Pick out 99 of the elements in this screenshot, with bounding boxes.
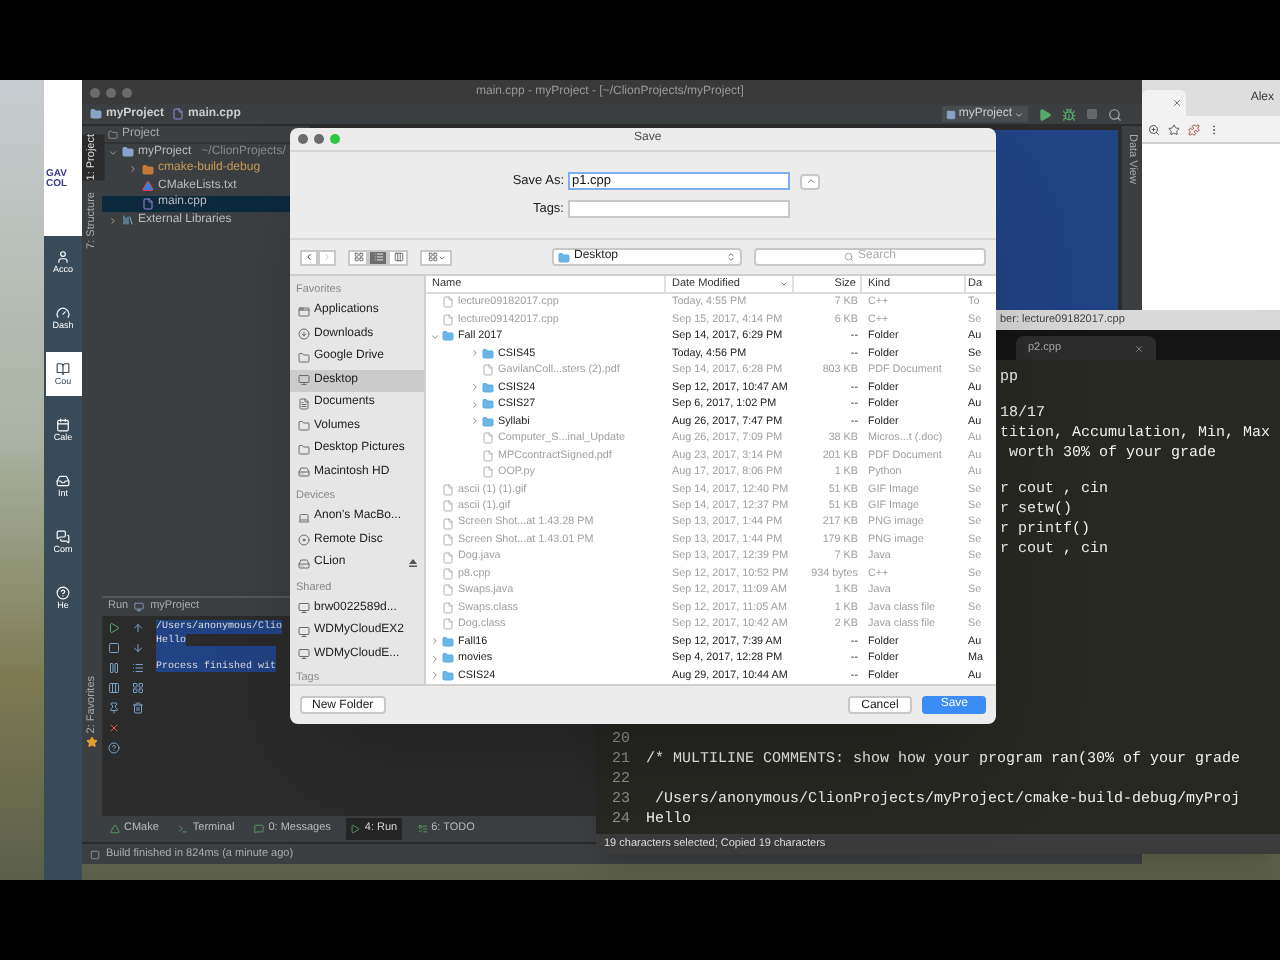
tags-field[interactable]: [568, 199, 790, 218]
tab-icon: [110, 824, 120, 834]
back-button[interactable]: [300, 249, 318, 265]
nav-icon: [56, 529, 70, 544]
close-window-button[interactable]: [90, 87, 100, 97]
arrange-button[interactable]: [420, 249, 452, 265]
file-icon: [442, 534, 454, 547]
nav-icon: [56, 473, 70, 488]
file-icon: [442, 483, 454, 496]
file-icon: [482, 364, 494, 377]
folder-icon: [482, 381, 494, 394]
configuration-icon: [946, 109, 957, 119]
extension-icon[interactable]: [1188, 123, 1200, 135]
file-icon: [482, 432, 494, 445]
file-icon: [442, 584, 454, 597]
view-mode-icon: [393, 252, 403, 262]
folder-icon: [442, 669, 454, 682]
eject-icon[interactable]: [408, 558, 418, 569]
run-toolbar-icon[interactable]: [132, 622, 144, 634]
file-icon: [482, 449, 494, 462]
file-icon: [442, 296, 454, 309]
folder-icon: [482, 415, 494, 428]
tab-icon: [417, 824, 428, 834]
folder-icon: [558, 251, 570, 263]
library-icon: [122, 214, 134, 227]
sidebar-item-icon: [298, 374, 310, 387]
run-toolbar-icon[interactable]: [132, 682, 144, 694]
folder-icon: [142, 163, 154, 176]
sidebar-item-icon: [298, 511, 310, 524]
layout-icon[interactable]: [90, 849, 100, 859]
folder-icon: [442, 635, 454, 648]
run-toolbar-icon[interactable]: [108, 742, 120, 754]
view-mode-icon: [373, 252, 383, 262]
tab-icon: [350, 824, 361, 834]
view-mode-button[interactable]: [368, 249, 388, 265]
folder-icon: [108, 129, 118, 139]
nav-icon: [56, 249, 70, 264]
run-toolbar-icon[interactable]: [108, 682, 120, 694]
nav-icon: [56, 361, 70, 376]
minimize-window-button[interactable]: [314, 134, 324, 144]
run-toolbar-icon[interactable]: [132, 642, 144, 654]
nav-icon: [56, 305, 70, 320]
sidebar-item-icon: [298, 466, 310, 479]
sidebar-item-icon: [298, 648, 310, 661]
view-mode-button[interactable]: [388, 249, 408, 265]
sidebar-item-icon: [298, 602, 310, 615]
view-mode-button[interactable]: [348, 249, 368, 265]
run-icon[interactable]: [1038, 107, 1052, 121]
folder-icon: [90, 108, 102, 120]
run-toolbar-icon[interactable]: [132, 702, 144, 714]
caret-icon: [1014, 109, 1024, 119]
search-icon[interactable]: [1108, 107, 1122, 121]
nav-icon: [56, 417, 70, 432]
caret-icon: [805, 176, 815, 187]
sidebar-item-icon: [298, 534, 310, 547]
file-icon: [482, 466, 494, 479]
file-icon: [442, 517, 454, 530]
folder-icon: [122, 146, 134, 159]
tab-icon: [178, 824, 189, 834]
sidebar-item-icon: [298, 397, 310, 410]
file-icon: [442, 567, 454, 580]
file-icon: [442, 601, 454, 614]
search-icon: [843, 252, 854, 262]
file-icon: [142, 197, 154, 210]
file-icon: [442, 500, 454, 513]
tab-icon: [254, 824, 265, 834]
sidebar-item-icon: [298, 351, 310, 364]
bug-icon[interactable]: [1062, 107, 1076, 121]
folder-icon: [482, 398, 494, 411]
run-toolbar-icon[interactable]: [108, 722, 120, 734]
file-icon: [442, 313, 454, 326]
folder-icon: [482, 347, 494, 360]
triangle-icon: [142, 180, 154, 193]
stop-icon[interactable]: [1086, 108, 1098, 120]
sidebar-item-icon: [298, 328, 310, 341]
updown-icon: [726, 252, 736, 262]
run-toolbar-icon[interactable]: [132, 662, 144, 674]
sidebar-item-icon: [298, 443, 310, 456]
sidebar-item-icon: [298, 305, 310, 318]
file-icon: [442, 551, 454, 563]
close-window-button[interactable]: [298, 134, 308, 144]
sidebar-item-icon: [298, 625, 310, 638]
zoom-icon[interactable]: [1148, 123, 1160, 135]
monitor-icon: [134, 602, 145, 612]
minimize-window-button[interactable]: [106, 87, 116, 97]
zoom-window-button[interactable]: [330, 134, 340, 144]
zoom-window-button[interactable]: [122, 87, 132, 97]
bookmark-star-icon[interactable]: [1168, 123, 1180, 135]
sidebar-item-icon: [298, 557, 310, 570]
grid-icon: [427, 252, 437, 262]
folder-icon: [442, 330, 454, 343]
run-toolbar-icon[interactable]: [108, 702, 120, 714]
view-mode-icon: [353, 252, 363, 262]
file-icon: [442, 618, 454, 631]
star-icon: [86, 736, 98, 748]
sidebar-item-icon: [298, 420, 310, 433]
nav-icon: [56, 585, 70, 600]
file-icon: [172, 108, 185, 120]
folder-icon: [442, 652, 454, 665]
